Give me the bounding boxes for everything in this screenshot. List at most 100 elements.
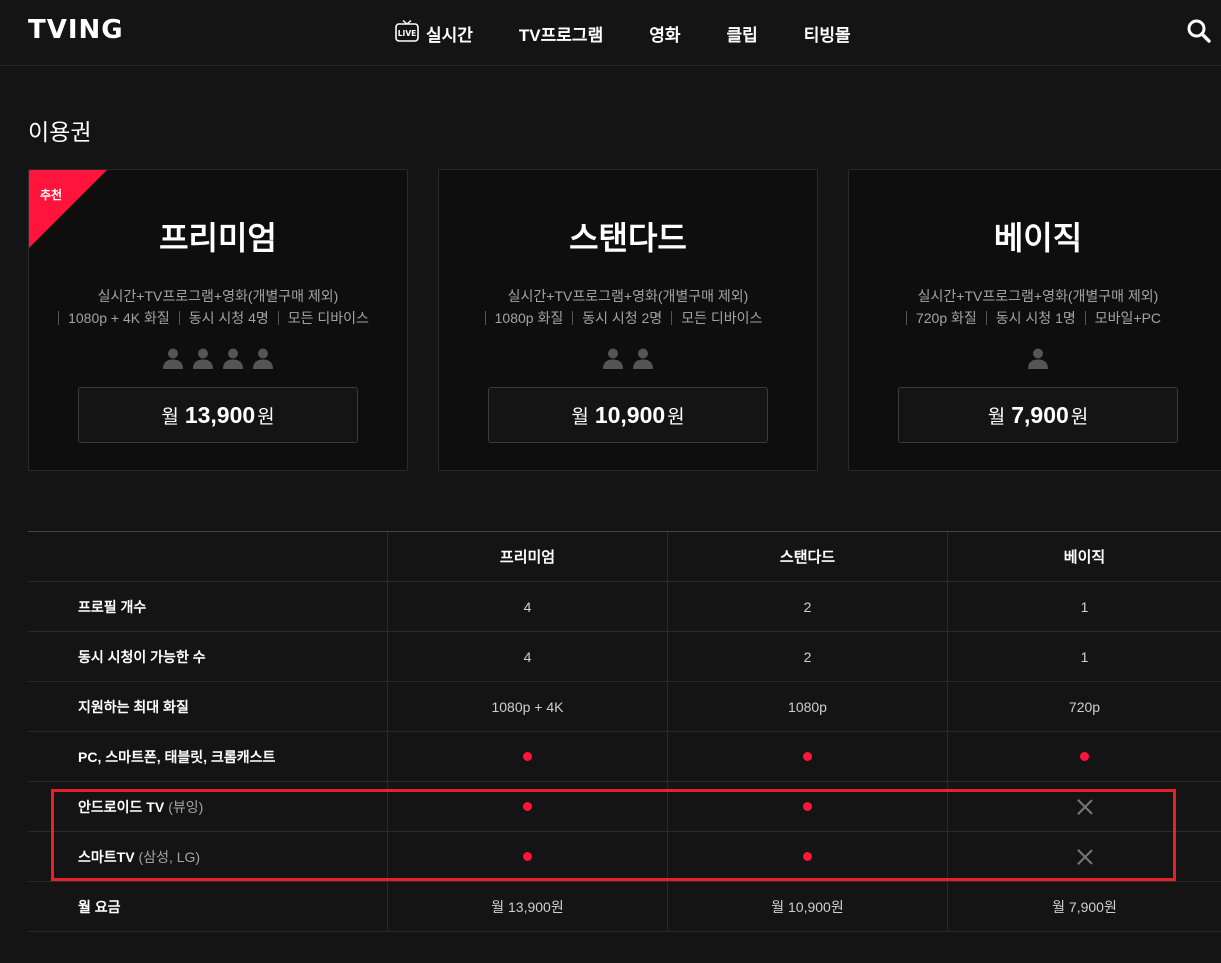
table-row: 안드로이드 TV (뷰잉): [28, 782, 1221, 832]
row-label: 지원하는 최대 화질: [28, 682, 387, 731]
plan-comparison-table: 프리미엄 스탠다드 베이직 프로필 개수 4 2 1 동시 시청이 가능한 수 4 2 1 지원…: [28, 531, 1221, 932]
supported-dot-icon: [803, 752, 812, 761]
row-label-text: 프로필 개수: [78, 598, 147, 615]
price-amount: 7,900: [1011, 401, 1069, 428]
table-header-premium: 프리미엄: [387, 532, 667, 581]
nav-label-live: 실시간: [426, 26, 473, 45]
supported-dot-icon: [803, 852, 812, 861]
value-cell: 월 13,900원: [387, 882, 667, 931]
page-title: 이용권: [28, 119, 92, 145]
person-icon: [633, 348, 653, 369]
row-label-text: 안드로이드 TV: [78, 798, 165, 815]
top-header: TVING LIVE 실시간 TV프로그램 영화 클립 티빙몰: [0, 0, 1221, 66]
plan-feature-quality: 1080p + 4K 화질: [58, 311, 179, 325]
value-cell: 2: [667, 632, 947, 681]
price-prefix: 월: [161, 406, 179, 428]
supported-cell: [387, 782, 667, 831]
row-label-note: (삼성, LG): [138, 848, 201, 865]
person-icons: [849, 347, 1221, 369]
price-suffix: 원: [1070, 406, 1089, 428]
table-header-row: 프리미엄 스탠다드 베이직: [28, 532, 1221, 582]
plan-feature-devices: 모든 디바이스: [671, 311, 771, 325]
supported-cell: [667, 732, 947, 781]
nav-item-clip[interactable]: 클립: [727, 21, 758, 46]
supported-dot-icon: [523, 752, 532, 761]
tving-logo[interactable]: TVING: [28, 15, 124, 45]
supported-cell: [947, 732, 1221, 781]
plan-card-basic[interactable]: 베이직 실시간+TV프로그램+영화(개별구매 제외) 720p 화질 동시 시청…: [848, 169, 1221, 471]
plan-description: 실시간+TV프로그램+영화(개별구매 제외): [97, 288, 339, 304]
supported-dot-icon: [803, 802, 812, 811]
plan-feature-concurrent: 동시 시청 1명: [985, 311, 1085, 325]
table-body: 프로필 개수 4 2 1 동시 시청이 가능한 수 4 2 1 지원하는 최대 화질 1080p …: [28, 582, 1221, 932]
row-label: 월 요금: [28, 882, 387, 931]
plan-feature-concurrent: 동시 시청 2명: [572, 311, 671, 325]
row-label-text: 동시 시청이 가능한 수: [78, 648, 206, 665]
supported-dot-icon: [523, 852, 532, 861]
value-cell: 월 7,900원: [947, 882, 1221, 931]
value-cell: 1: [947, 582, 1221, 631]
supported-cell: [387, 832, 667, 881]
person-icon: [163, 348, 183, 369]
table-row: 프로필 개수 4 2 1: [28, 582, 1221, 632]
unsupported-x-icon: [1077, 799, 1093, 815]
price-prefix: 월: [987, 406, 1006, 428]
value-cell: 1080p: [667, 682, 947, 731]
row-label-text: 스마트TV: [78, 848, 135, 865]
recommended-badge: 추천: [40, 188, 63, 202]
table-row: 동시 시청이 가능한 수 421: [28, 632, 1221, 682]
value-cell: 2: [667, 582, 947, 631]
plan-feature-quality: 1080p 화질: [484, 311, 573, 325]
price-button[interactable]: 월 7,900 원: [898, 387, 1178, 443]
plan-features: 1080p + 4K 화질 동시 시청 4명 모든 디바이스: [29, 311, 407, 325]
nav-item-live[interactable]: LIVE 실시간: [395, 19, 473, 47]
price-suffix: 원: [667, 406, 685, 428]
person-icon: [1028, 348, 1048, 369]
supported-cell: [667, 782, 947, 831]
row-label: PC, 스마트폰, 태블릿, 크롬캐스트: [28, 732, 387, 781]
price-button[interactable]: 월 13,900 원: [78, 387, 358, 443]
table-row: 지원하는 최대 화질 1080p + 4K 1080p 720p: [28, 682, 1221, 732]
nav-item-tv-program[interactable]: TV프로그램: [519, 21, 603, 46]
price-prefix: 월: [571, 406, 589, 428]
row-label: 스마트TV (삼성, LG): [28, 832, 387, 881]
plan-card-standard[interactable]: 스탠다드 실시간+TV프로그램+영화(개별구매 제외) 1080p 화질 동시 …: [438, 169, 818, 471]
row-label-text: 월 요금: [78, 898, 121, 915]
person-icon: [253, 348, 273, 369]
table-row: PC, 스마트폰, 태블릿, 크롬캐스트: [28, 732, 1221, 782]
person-icon: [603, 348, 623, 369]
plan-name: 베이직: [993, 220, 1083, 256]
table-header-basic: 베이직: [947, 532, 1221, 581]
plan-feature-devices: 모든 디바이스: [277, 311, 378, 325]
row-label-note: (뷰잉): [168, 798, 204, 815]
unsupported-cell: [947, 832, 1221, 881]
unsupported-x-icon: [1077, 849, 1093, 865]
person-icons: [439, 347, 817, 369]
value-cell: 720p: [947, 682, 1221, 731]
row-label-text: PC, 스마트폰, 태블릿, 크롬캐스트: [78, 748, 276, 765]
value-cell: 1: [947, 632, 1221, 681]
supported-dot-icon: [523, 802, 532, 811]
row-label-text: 지원하는 최대 화질: [78, 698, 189, 715]
table-row: 월 요금 월 13,900원 월 10,900원 월 7,900원: [28, 882, 1221, 932]
value-cell: 4: [387, 582, 667, 631]
plan-card-premium[interactable]: 추천 프리미엄 실시간+TV프로그램+영화(개별구매 제외) 1080p + 4…: [28, 169, 408, 471]
plan-feature-quality: 720p 화질: [905, 311, 986, 325]
price-suffix: 원: [257, 406, 275, 428]
plan-name: 스탠다드: [569, 220, 687, 256]
table-row: 스마트TV (삼성, LG): [28, 832, 1221, 882]
supported-dot-icon: [1080, 752, 1089, 761]
value-cell: 4: [387, 632, 667, 681]
plan-features: 720p 화질 동시 시청 1명 모바일+PC: [849, 311, 1221, 325]
plan-features: 1080p 화질 동시 시청 2명 모든 디바이스: [439, 311, 817, 325]
live-tv-icon: LIVE: [395, 19, 419, 47]
person-icons: [29, 347, 407, 369]
price-button[interactable]: 월 10,900 원: [488, 387, 768, 443]
nav-item-tving-mall[interactable]: 티빙몰: [804, 21, 851, 46]
search-icon[interactable]: [1186, 18, 1212, 49]
plan-feature-concurrent: 동시 시청 4명: [178, 311, 278, 325]
person-icon: [193, 348, 213, 369]
recommended-ribbon: [29, 170, 107, 248]
row-label: 안드로이드 TV (뷰잉): [28, 782, 387, 831]
nav-item-movie[interactable]: 영화: [649, 21, 680, 46]
